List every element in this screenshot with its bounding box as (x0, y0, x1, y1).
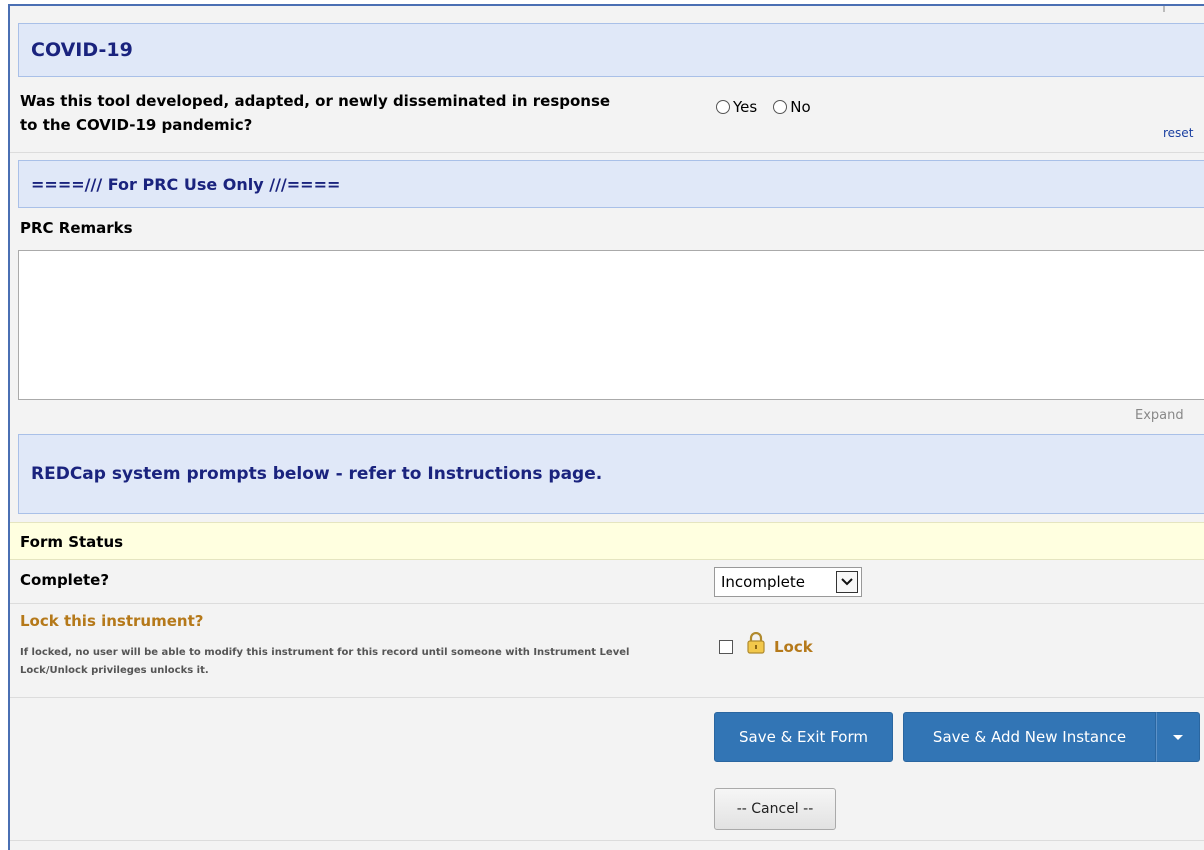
save-options-dropdown-button[interactable] (1156, 712, 1200, 762)
covid-question-text: Was this tool developed, adapted, or new… (20, 92, 611, 134)
complete-select[interactable]: Incomplete (714, 567, 862, 597)
chevron-down-icon[interactable] (836, 571, 858, 593)
form-container: COVID-19 Was this tool developed, adapte… (8, 4, 1204, 850)
covid-radio-group: Yes No (716, 98, 827, 116)
reset-link[interactable]: reset (1163, 126, 1193, 140)
cancel-button[interactable]: -- Cancel -- (714, 788, 836, 830)
section-header-prc: ====/// For PRC Use Only ///==== (18, 160, 1204, 208)
expand-link[interactable]: Expand (1135, 408, 1184, 423)
prc-remarks-textarea[interactable] (18, 250, 1204, 400)
resize-grip (1163, 6, 1165, 12)
radio-no-label[interactable]: No (790, 98, 810, 116)
lock-icon (746, 631, 766, 658)
form-status-header: Form Status (10, 522, 1204, 560)
prc-remarks-label: PRC Remarks (20, 219, 133, 237)
complete-row: Complete? (10, 560, 1204, 604)
lock-checkbox[interactable] (719, 640, 733, 654)
lock-label[interactable]: Lock (774, 638, 813, 656)
section-header-covid: COVID-19 (18, 23, 1204, 77)
radio-yes-label[interactable]: Yes (733, 98, 757, 116)
caret-down-icon (1173, 734, 1183, 740)
radio-no[interactable] (773, 100, 788, 114)
complete-label: Complete? (20, 571, 110, 589)
bottom-divider (10, 840, 1204, 841)
section-header-system: REDCap system prompts below - refer to I… (18, 434, 1204, 514)
lock-question: Lock this instrument? (20, 612, 204, 630)
save-exit-button[interactable]: Save & Exit Form (714, 712, 893, 762)
save-add-instance-button[interactable]: Save & Add New Instance (903, 712, 1156, 762)
complete-select-value: Incomplete (721, 573, 805, 591)
lock-note: If locked, no user will be able to modif… (20, 647, 630, 676)
radio-yes[interactable] (716, 100, 730, 114)
covid-question-row: Was this tool developed, adapted, or new… (10, 81, 1204, 153)
